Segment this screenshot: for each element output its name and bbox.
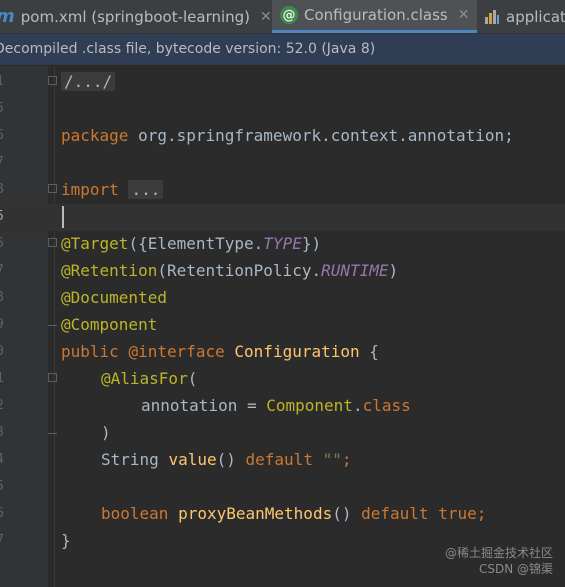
code-line: 8 import ... — [0, 177, 565, 204]
line-number: 7 — [0, 155, 6, 170]
current-code-line: 5 — [0, 204, 565, 231]
tab-label: Configuration.class — [304, 6, 448, 24]
fold-toggle-icon[interactable] — [48, 238, 57, 247]
line-number: 5 — [0, 101, 6, 116]
folded-imports[interactable]: ... — [128, 180, 164, 199]
line-number: 5 — [0, 479, 6, 494]
watermark: @稀土掘金技术社区 CSDN @锦渠 — [445, 545, 553, 577]
watermark-line: CSDN @锦渠 — [478, 562, 553, 576]
line-number: 1 — [0, 371, 6, 386]
fold-end-icon[interactable] — [48, 325, 57, 326]
line-number: 8 — [0, 182, 6, 197]
line-number: 7 — [0, 533, 6, 548]
code-line: 6 @Target({ElementType.TYPE}) — [0, 231, 565, 258]
text-caret — [62, 206, 64, 228]
code-line: 5 — [0, 474, 565, 501]
line-number: 7 — [0, 263, 6, 278]
line-number: 4 — [0, 452, 6, 467]
fold-end-icon[interactable] — [48, 433, 57, 434]
line-number: 9 — [0, 317, 6, 332]
maven-icon: m — [0, 6, 15, 27]
code-line: 9 @Component — [0, 312, 565, 339]
banner-text: Decompiled .class file, bytecode version… — [0, 41, 376, 57]
decompiled-notice-banner: Decompiled .class file, bytecode version… — [0, 34, 565, 65]
code-line: 5 — [0, 96, 565, 123]
code-line: 1 @AliasFor( — [0, 366, 565, 393]
tab-configuration-class[interactable]: @ Configuration.class ✕ — [272, 0, 478, 33]
fold-toggle-icon[interactable] — [48, 373, 57, 382]
tab-label: applicat — [506, 7, 565, 26]
tab-pom-xml[interactable]: m pom.xml (springboot-learning) ✕ — [0, 0, 280, 33]
close-icon[interactable]: ✕ — [458, 7, 470, 23]
code-line: 4 String value() default ""; — [0, 447, 565, 474]
code-editor[interactable]: 1 /.../ 5 6 package org.springframework.… — [0, 66, 565, 587]
close-icon[interactable]: ✕ — [260, 9, 272, 25]
annotation-class-icon: @ — [280, 6, 298, 24]
line-number: 6 — [0, 236, 6, 251]
code-line: 7 @Retention(RetentionPolicy.RUNTIME) — [0, 258, 565, 285]
line-number: 6 — [0, 506, 6, 521]
line-number: 1 — [0, 74, 6, 89]
code-line: 3 ) — [0, 420, 565, 447]
code-line: 6 package org.springframework.context.an… — [0, 123, 565, 150]
folded-comment[interactable]: /.../ — [61, 72, 116, 91]
line-number: 3 — [0, 425, 6, 440]
line-number: 8 — [0, 290, 6, 305]
code-line: 6 boolean proxyBeanMethods() default tru… — [0, 501, 565, 528]
tab-application-properties[interactable]: applicat — [484, 0, 565, 33]
code-line: 2 annotation = Component.class — [0, 393, 565, 420]
code-line: 7 — [0, 150, 565, 177]
line-number: 0 — [0, 344, 6, 359]
properties-file-icon — [484, 9, 500, 25]
line-number: 5 — [0, 209, 6, 224]
editor-tab-bar: m pom.xml (springboot-learning) ✕ @ Conf… — [0, 0, 565, 34]
code-line: 1 /.../ — [0, 69, 565, 96]
line-number: 2 — [0, 398, 6, 413]
tab-label: pom.xml (springboot-learning) — [20, 7, 251, 26]
line-number: 6 — [0, 128, 6, 143]
fold-toggle-icon[interactable] — [48, 184, 57, 193]
watermark-line: @稀土掘金技术社区 — [444, 546, 553, 560]
fold-toggle-icon[interactable] — [48, 76, 57, 85]
code-line: 0 public @interface Configuration { — [0, 339, 565, 366]
code-line: 8 @Documented — [0, 285, 565, 312]
